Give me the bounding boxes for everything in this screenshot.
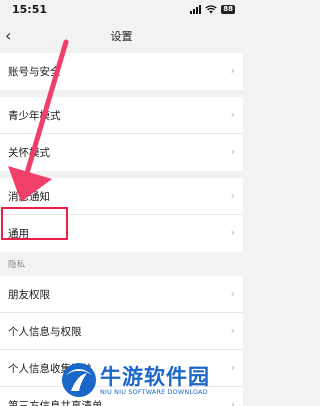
niuniu-logo-icon — [62, 363, 96, 397]
nav-bar: ‹ 设置 — [0, 20, 243, 53]
chevron-right-icon: › — [230, 287, 235, 300]
section-header-privacy: 隐私 — [0, 252, 243, 276]
page-title: 设置 — [110, 30, 133, 43]
watermark-title: 牛游软件园 — [100, 365, 210, 389]
wifi-icon — [205, 5, 217, 14]
row-label: 消息通知 — [8, 191, 50, 203]
chevron-right-icon: › — [230, 189, 235, 202]
row-label: 账号与安全 — [8, 66, 61, 78]
settings-row-friend-permissions[interactable]: 朋友权限 › — [0, 276, 243, 313]
settings-group-account: 账号与安全 › — [0, 53, 243, 90]
watermark: 牛游软件园 NIU NIU SOFTWARE DOWNLOAD — [60, 358, 243, 406]
row-label: 青少年模式 — [8, 110, 61, 122]
section-header-label: 隐私 — [8, 260, 26, 270]
settings-row-account-security[interactable]: 账号与安全 › — [0, 53, 243, 90]
row-label: 朋友权限 — [8, 289, 50, 301]
row-label: 关怀模式 — [8, 147, 50, 159]
chevron-right-icon: › — [230, 108, 235, 121]
status-time: 15:51 — [12, 3, 48, 16]
settings-row-care-mode[interactable]: 关怀模式 › — [0, 134, 243, 171]
chevron-right-icon: › — [230, 64, 235, 77]
settings-row-teen-mode[interactable]: 青少年模式 › — [0, 97, 243, 134]
settings-row-personal-info[interactable]: 个人信息与权限 › — [0, 313, 243, 350]
status-bar: 15:51 88 — [0, 0, 243, 20]
chevron-right-icon: › — [230, 145, 235, 158]
chevron-right-icon: › — [230, 226, 235, 239]
watermark-subtitle: NIU NIU SOFTWARE DOWNLOAD — [100, 388, 208, 396]
battery-icon: 88 — [221, 5, 235, 14]
cellular-signal-icon — [190, 5, 202, 14]
highlight-box — [1, 207, 68, 240]
chevron-right-icon: › — [230, 324, 235, 337]
row-label: 个人信息与权限 — [8, 326, 82, 338]
settings-group-modes: 青少年模式 › 关怀模式 › — [0, 97, 243, 171]
